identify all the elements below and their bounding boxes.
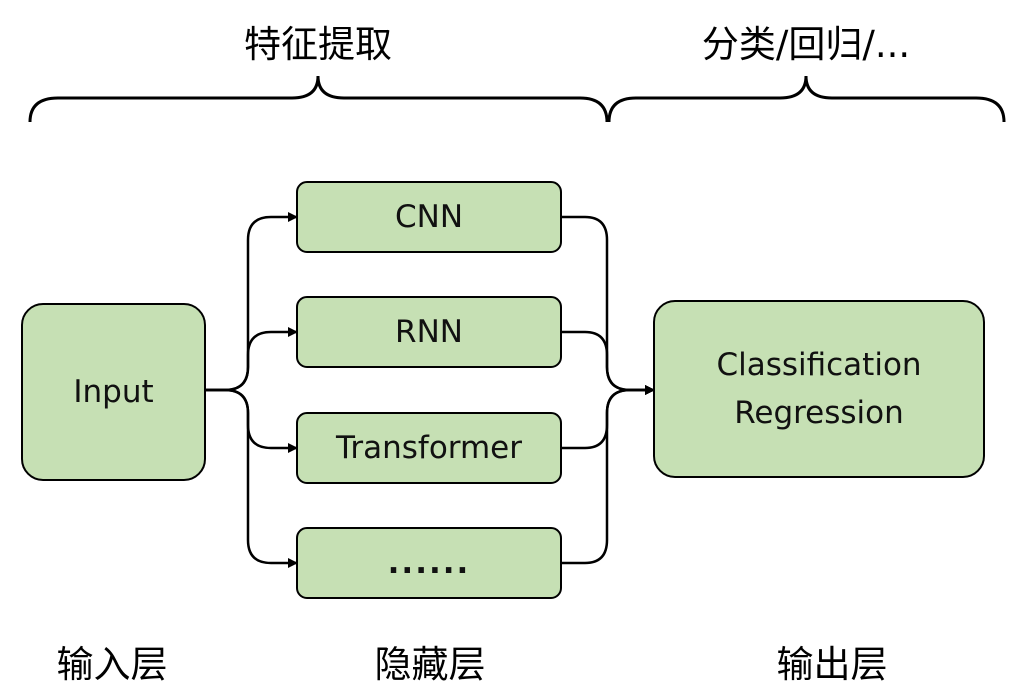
input-node-label: Input bbox=[73, 373, 154, 410]
hidden-node-rnn: RNN bbox=[296, 296, 562, 368]
connector-input-rnn bbox=[205, 327, 298, 392]
hidden-node-cnn: CNN bbox=[296, 181, 562, 253]
input-node: Input bbox=[21, 303, 206, 481]
hidden-node-more: ...... bbox=[296, 527, 562, 599]
hidden-node-transformer: Transformer bbox=[296, 412, 562, 484]
hidden-layer-label: 隐藏层 bbox=[374, 643, 486, 686]
output-node-line1: Classification bbox=[716, 346, 922, 383]
task-head-label: 分类/回归/... bbox=[701, 23, 911, 66]
hidden-node-label: ...... bbox=[387, 544, 471, 581]
hidden-node-label: RNN bbox=[395, 313, 463, 350]
output-layer-label: 输出层 bbox=[776, 643, 888, 686]
output-node-line2: Regression bbox=[734, 395, 904, 431]
output-node: Classification Regression bbox=[653, 300, 985, 478]
brace-task-head bbox=[607, 75, 1006, 123]
connector-input-transformer bbox=[205, 388, 298, 453]
connector-more-output bbox=[562, 385, 655, 565]
input-layer-label: 输入层 bbox=[56, 643, 168, 686]
hidden-node-label: CNN bbox=[394, 198, 464, 235]
model-architecture-diagram: 特征提取 分类/回归/... Input CNN RNN Transformer… bbox=[0, 0, 1020, 700]
brace-feature-extraction bbox=[28, 75, 609, 123]
connector-input-cnn bbox=[205, 212, 298, 392]
hidden-node-label: Transformer bbox=[335, 429, 522, 466]
connector-input-more bbox=[205, 388, 298, 568]
feature-extraction-label: 特征提取 bbox=[244, 23, 392, 66]
